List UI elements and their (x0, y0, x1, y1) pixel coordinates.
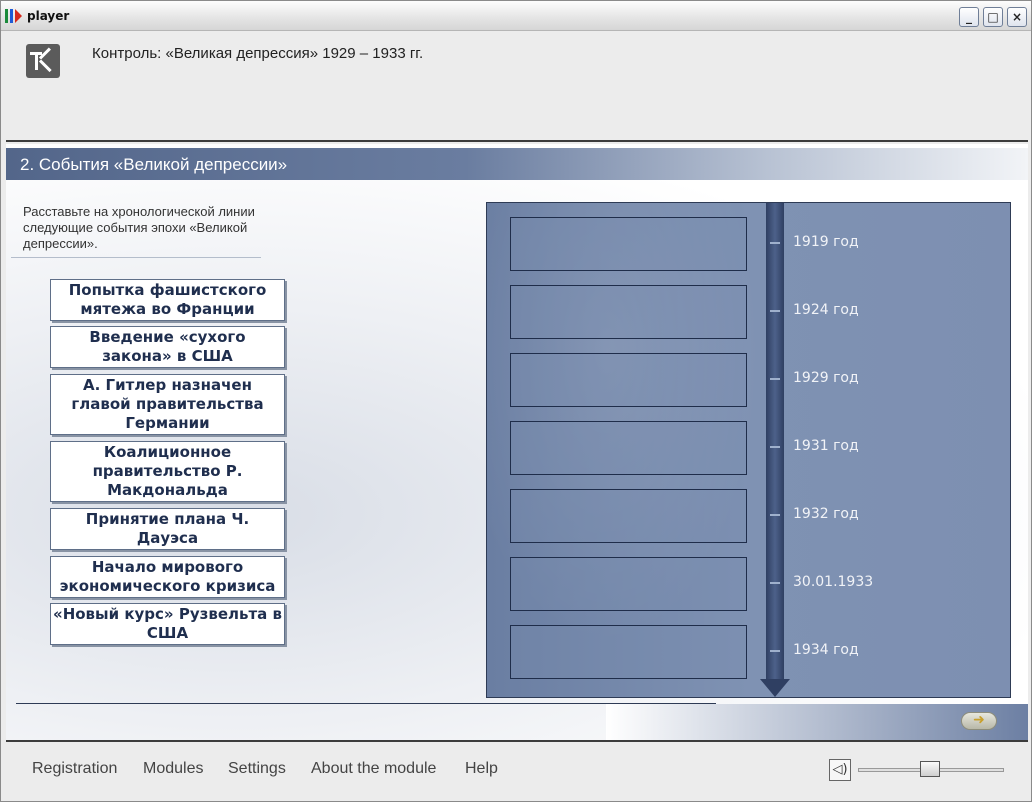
lesson-title: Контроль: «Великая депрессия» 1929 – 193… (92, 45, 424, 62)
menu-help[interactable]: Help (465, 760, 498, 778)
timeline-tick (770, 378, 780, 380)
instructions-text: Расставьте на хронологической линии след… (23, 204, 255, 251)
divider (16, 703, 716, 704)
timeline-tick (770, 242, 780, 244)
event-card[interactable]: «Новый курс» Рузвельта в США (50, 603, 285, 645)
timeline-tick (770, 514, 780, 516)
drop-slot[interactable] (510, 625, 747, 679)
timeline-date: 1932 год (793, 506, 859, 522)
event-card[interactable]: Начало мирового экономического кризиса (50, 556, 285, 598)
drop-slot[interactable] (510, 557, 747, 611)
event-card[interactable]: А. Гитлер назначен главой правительства … (50, 374, 285, 435)
event-card[interactable]: Коалиционное правительство Р. Макдональд… (50, 441, 285, 502)
app-icon (5, 9, 23, 23)
timeline-arrow-icon (760, 679, 790, 697)
timeline-panel: 1919 год 1924 год 1929 год 1931 год 1932… (486, 202, 1011, 698)
maximize-button[interactable]: □ (983, 7, 1003, 27)
section-bar: 2. События «Великой депрессии» (6, 148, 1028, 180)
drop-slot[interactable] (510, 217, 747, 271)
close-button[interactable]: × (1007, 7, 1027, 27)
timeline-tick (770, 446, 780, 448)
section-title: 2. События «Великой депрессии» (20, 155, 288, 174)
menu-registration[interactable]: Registration (32, 760, 117, 778)
speaker-icon[interactable]: ◁) (829, 759, 851, 781)
timeline-date: 1919 год (793, 234, 859, 250)
timeline-date: 1934 год (793, 642, 859, 658)
window-title: player (27, 9, 70, 23)
drop-slot[interactable] (510, 285, 747, 339)
timeline-date: 30.01.1933 (793, 574, 874, 590)
footer-bar: Registration Modules Settings About the … (6, 744, 1028, 801)
arrow-right-icon: ➜ (973, 712, 985, 728)
drop-slot[interactable] (510, 421, 747, 475)
menu-modules[interactable]: Modules (143, 760, 203, 778)
timeline-axis (766, 203, 784, 679)
timeline-date: 1929 год (793, 370, 859, 386)
timeline-date: 1931 год (793, 438, 859, 454)
title-bar: player _ □ × (1, 1, 1031, 31)
drop-slot[interactable] (510, 489, 747, 543)
volume-slider-thumb[interactable] (920, 761, 940, 777)
drop-slot[interactable] (510, 353, 747, 407)
minimize-button[interactable]: _ (959, 7, 979, 27)
event-card[interactable]: Попытка фашистского мятежа во Франции (50, 279, 285, 321)
next-button[interactable]: ➜ (961, 712, 997, 730)
exercise-area: 2. События «Великой депрессии» Расставьт… (6, 144, 1028, 742)
menu-about[interactable]: About the module (311, 760, 436, 778)
timeline-date: 1924 год (793, 302, 859, 318)
player-window: player _ □ × Контроль: «Великая депресси… (0, 0, 1032, 802)
event-card[interactable]: Принятие плана Ч. Дауэса (50, 508, 285, 550)
timeline-tick (770, 310, 780, 312)
timeline-tick (770, 650, 780, 652)
divider (11, 257, 261, 258)
menu-settings[interactable]: Settings (228, 760, 286, 778)
timeline-tick (770, 582, 780, 584)
event-card[interactable]: Введение «сухого закона» в США (50, 326, 285, 368)
k-logo-icon (26, 44, 60, 78)
lesson-header: Контроль: «Великая депрессия» 1929 – 193… (6, 32, 1028, 142)
